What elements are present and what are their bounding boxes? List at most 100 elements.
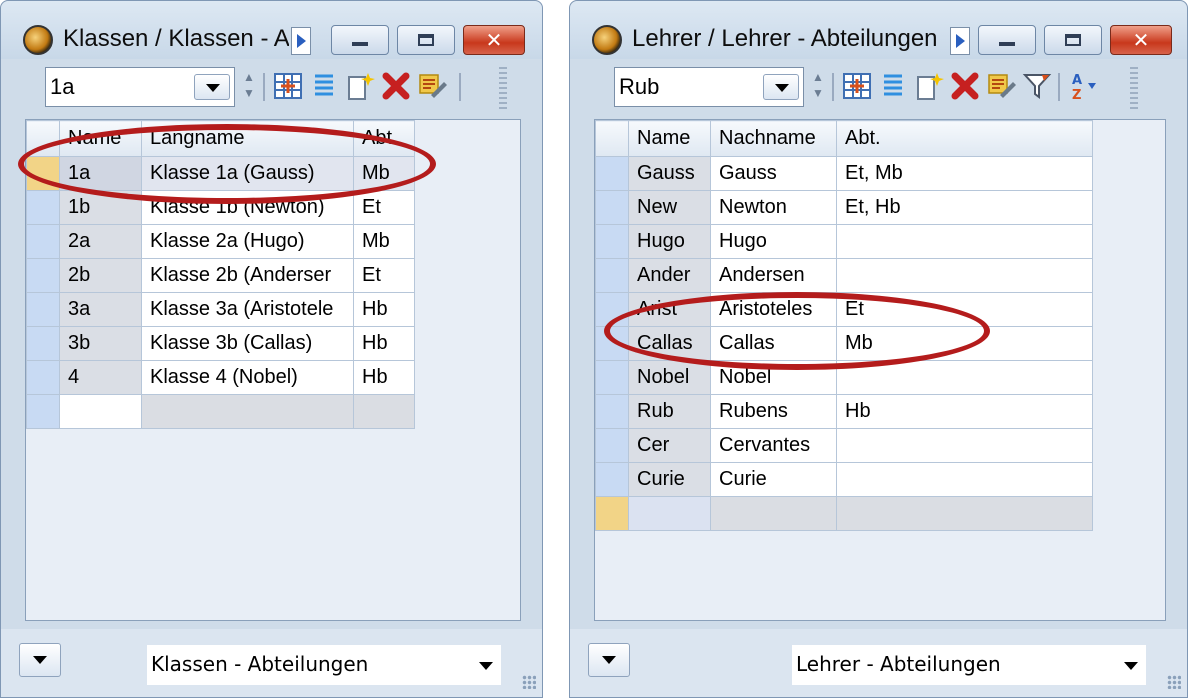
- view-select[interactable]: Lehrer - Abteilungen: [792, 645, 1146, 685]
- row-indicator[interactable]: [26, 258, 60, 293]
- table-row[interactable]: 1b Klasse 1b (Newton) Et: [26, 190, 415, 225]
- table-row[interactable]: Ander Andersen: [595, 258, 1093, 293]
- grid-icon[interactable]: [842, 71, 872, 101]
- cell-abt[interactable]: Hb: [836, 394, 1093, 429]
- list-icon[interactable]: [309, 71, 339, 101]
- close-button[interactable]: [463, 25, 525, 55]
- play-arrow-icon[interactable]: [950, 27, 970, 55]
- cell-name[interactable]: Arist: [628, 292, 711, 327]
- new-record-icon[interactable]: [914, 71, 944, 101]
- cell-abt[interactable]: Hb: [353, 360, 415, 395]
- column-header[interactable]: Abt.: [836, 120, 1093, 157]
- row-indicator[interactable]: [595, 224, 629, 259]
- cell-abt[interactable]: Et: [353, 258, 415, 293]
- cell-abt[interactable]: [836, 428, 1093, 463]
- view-menu-button[interactable]: [19, 643, 61, 677]
- new-row-cell[interactable]: [710, 496, 837, 531]
- cell-nachname[interactable]: Newton: [710, 190, 837, 225]
- new-row[interactable]: [595, 496, 1093, 531]
- table-row[interactable]: New Newton Et, Hb: [595, 190, 1093, 225]
- cell-name[interactable]: New: [628, 190, 711, 225]
- cell-name[interactable]: Gauss: [628, 156, 711, 191]
- row-indicator[interactable]: [26, 292, 60, 327]
- cell-abt[interactable]: [836, 258, 1093, 293]
- table-row[interactable]: Hugo Hugo: [595, 224, 1093, 259]
- minimize-button[interactable]: [978, 25, 1036, 55]
- column-header[interactable]: Name: [628, 120, 711, 157]
- grid-icon[interactable]: [273, 71, 303, 101]
- new-row-cell[interactable]: [59, 394, 142, 429]
- clock-app-icon[interactable]: [23, 25, 53, 55]
- table-row[interactable]: 2b Klasse 2b (Anderser Et: [26, 258, 415, 293]
- row-indicator[interactable]: [26, 190, 60, 225]
- cell-name[interactable]: 3a: [59, 292, 142, 327]
- sort-icon[interactable]: A Z: [1068, 71, 1098, 101]
- play-arrow-icon[interactable]: [291, 27, 311, 55]
- table-row[interactable]: 2a Klasse 2a (Hugo) Mb: [26, 224, 415, 259]
- row-indicator[interactable]: [595, 156, 629, 191]
- column-header[interactable]: Nachname: [710, 120, 837, 157]
- cell-name[interactable]: Nobel: [628, 360, 711, 395]
- cell-name[interactable]: 2b: [59, 258, 142, 293]
- cell-langname[interactable]: Klasse 1b (Newton): [141, 190, 354, 225]
- cell-nachname[interactable]: Aristoteles: [710, 292, 837, 327]
- chevron-down-icon[interactable]: [1124, 662, 1138, 670]
- cell-abt[interactable]: [836, 360, 1093, 395]
- column-header[interactable]: Abt.: [353, 120, 415, 157]
- row-indicator[interactable]: [26, 394, 60, 429]
- row-indicator[interactable]: [26, 360, 60, 395]
- cell-abt[interactable]: Mb: [353, 224, 415, 259]
- row-indicator[interactable]: [595, 428, 629, 463]
- cell-nachname[interactable]: Callas: [710, 326, 837, 361]
- new-record-icon[interactable]: [345, 71, 375, 101]
- cell-nachname[interactable]: Andersen: [710, 258, 837, 293]
- table-row[interactable]: 1a Klasse 1a (Gauss) Mb: [26, 156, 415, 191]
- cell-abt[interactable]: [836, 462, 1093, 497]
- edit-icon[interactable]: [417, 71, 447, 101]
- cell-nachname[interactable]: Nobel: [710, 360, 837, 395]
- cell-nachname[interactable]: Gauss: [710, 156, 837, 191]
- row-header-corner[interactable]: [26, 120, 60, 157]
- minimize-button[interactable]: [331, 25, 389, 55]
- row-indicator[interactable]: [26, 224, 60, 259]
- cell-abt[interactable]: Hb: [353, 326, 415, 361]
- cell-abt[interactable]: Et, Hb: [836, 190, 1093, 225]
- resize-grip-icon[interactable]: [1167, 675, 1181, 689]
- table-row[interactable]: Curie Curie: [595, 462, 1093, 497]
- row-indicator[interactable]: [595, 394, 629, 429]
- cell-langname[interactable]: Klasse 3a (Aristotele: [141, 292, 354, 327]
- new-row-cell[interactable]: [141, 394, 354, 429]
- new-row-cell[interactable]: [353, 394, 415, 429]
- cell-name[interactable]: 1a: [59, 156, 142, 191]
- row-indicator[interactable]: [595, 292, 629, 327]
- maximize-button[interactable]: [1044, 25, 1102, 55]
- cell-name[interactable]: 2a: [59, 224, 142, 259]
- view-menu-button[interactable]: [588, 643, 630, 677]
- resize-grip-icon[interactable]: [522, 675, 536, 689]
- cell-name[interactable]: 1b: [59, 190, 142, 225]
- chevron-down-icon[interactable]: [479, 662, 493, 670]
- cell-name[interactable]: Rub: [628, 394, 711, 429]
- cell-abt[interactable]: Et: [836, 292, 1093, 327]
- cell-abt[interactable]: [836, 224, 1093, 259]
- column-header[interactable]: Name: [59, 120, 142, 157]
- table-row[interactable]: Gauss Gauss Et, Mb: [595, 156, 1093, 191]
- row-indicator[interactable]: [26, 326, 60, 361]
- clock-app-icon[interactable]: [592, 25, 622, 55]
- delete-icon[interactable]: [950, 71, 980, 101]
- table-row[interactable]: 4 Klasse 4 (Nobel) Hb: [26, 360, 415, 395]
- cell-nachname[interactable]: Cervantes: [710, 428, 837, 463]
- chevron-down-icon[interactable]: [194, 74, 230, 100]
- cell-nachname[interactable]: Hugo: [710, 224, 837, 259]
- new-row[interactable]: [26, 394, 415, 429]
- title-bar[interactable]: Lehrer / Lehrer - Abteilungen: [570, 1, 1187, 59]
- table-row[interactable]: 3a Klasse 3a (Aristotele Hb: [26, 292, 415, 327]
- row-indicator[interactable]: [595, 496, 629, 531]
- cell-name[interactable]: Ander: [628, 258, 711, 293]
- cell-abt[interactable]: Mb: [836, 326, 1093, 361]
- cell-langname[interactable]: Klasse 3b (Callas): [141, 326, 354, 361]
- view-select[interactable]: Klassen - Abteilungen: [147, 645, 501, 685]
- cell-abt[interactable]: Et: [353, 190, 415, 225]
- row-indicator[interactable]: [595, 326, 629, 361]
- list-icon[interactable]: [878, 71, 908, 101]
